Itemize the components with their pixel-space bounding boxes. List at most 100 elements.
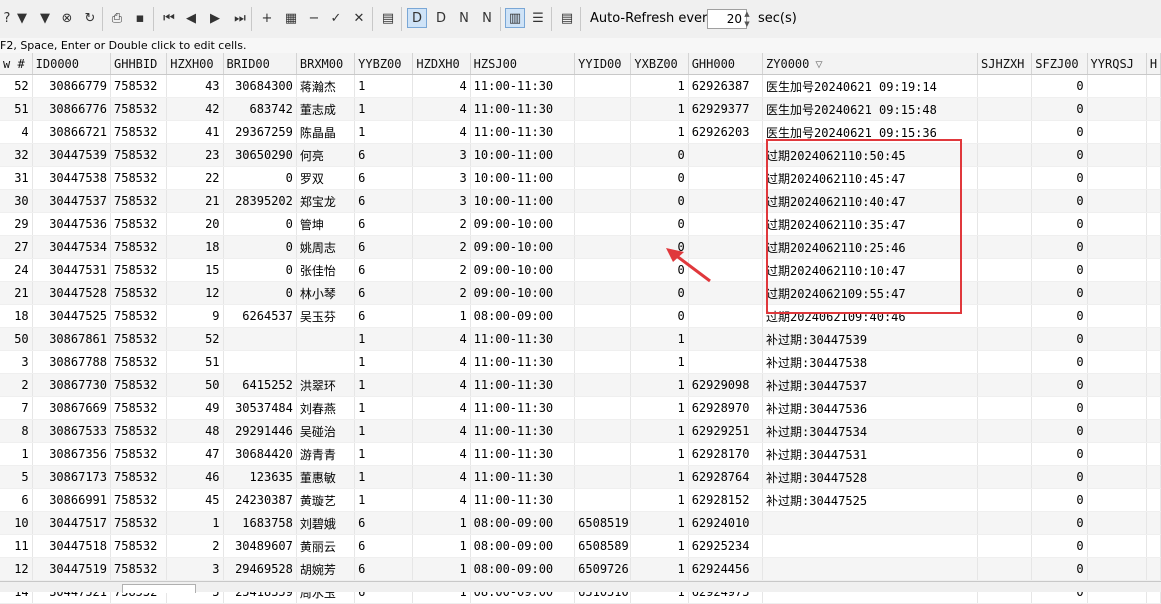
table-cell[interactable]: [574, 166, 632, 190]
table-cell[interactable]: 18: [166, 235, 224, 259]
table-cell[interactable]: 管坤: [296, 212, 356, 236]
table-cell[interactable]: 1: [630, 442, 689, 466]
table-cell[interactable]: 4: [412, 442, 471, 466]
column-header[interactable]: YYID00: [574, 53, 632, 75]
table-cell[interactable]: 过期2024062109:55:47: [762, 281, 979, 305]
table-cell[interactable]: [1087, 511, 1147, 535]
table-cell[interactable]: 6415252: [223, 373, 297, 397]
table-cell[interactable]: 1: [630, 396, 689, 420]
column-header[interactable]: ZY0000 ▽: [762, 53, 979, 75]
table-cell[interactable]: 0: [1031, 396, 1088, 420]
table-cell[interactable]: 6: [354, 143, 414, 167]
table-cell[interactable]: 医生加号20240621 09:15:48: [762, 97, 979, 121]
table-cell[interactable]: 30684300: [223, 74, 297, 98]
table-cell[interactable]: [574, 235, 632, 259]
table-cell[interactable]: [1146, 442, 1161, 466]
form-view-icon[interactable]: ▤: [557, 8, 577, 28]
table-cell[interactable]: 62928152: [688, 488, 764, 512]
table-cell[interactable]: 黄丽云: [296, 534, 356, 558]
next-record-icon[interactable]: ▶: [205, 8, 225, 28]
table-cell[interactable]: [1146, 350, 1161, 374]
table-cell[interactable]: 游青青: [296, 442, 356, 466]
table-cell[interactable]: 29: [0, 212, 33, 236]
table-cell[interactable]: 过期2024062109:40:46: [762, 304, 979, 328]
table-cell[interactable]: 补过期:30447537: [762, 373, 979, 397]
table-cell[interactable]: 6: [354, 258, 414, 282]
table-cell[interactable]: 10:00-11:00: [470, 189, 576, 213]
column-header[interactable]: GHHBID: [110, 53, 168, 75]
table-cell[interactable]: [574, 442, 632, 466]
table-cell[interactable]: 51: [166, 350, 224, 374]
table-cell[interactable]: 758532: [110, 350, 168, 374]
table-cell[interactable]: 62928970: [688, 396, 764, 420]
table-cell[interactable]: 30447534: [32, 235, 112, 259]
table-cell[interactable]: 4: [412, 396, 471, 420]
table-row[interactable]: 32 30447539 758532 23 30650290 何亮 6 3 10:00-11:0…: [0, 143, 1161, 167]
table-cell[interactable]: 6264537: [223, 304, 297, 328]
table-row[interactable]: 12 30447519 758532 3 29469528 胡婉芳 6 1 08:00-09:0…: [0, 557, 1161, 581]
table-cell[interactable]: 09:00-10:00: [470, 281, 576, 305]
table-cell[interactable]: [1087, 350, 1147, 374]
table-cell[interactable]: 758532: [110, 189, 168, 213]
table-cell[interactable]: 0: [1031, 327, 1088, 351]
table-cell[interactable]: 45: [166, 488, 224, 512]
table-row[interactable]: 7 30867669 758532 49 30537484 刘春燕 1 4 11:00-11:3…: [0, 396, 1161, 420]
table-cell[interactable]: 30447536: [32, 212, 112, 236]
table-cell[interactable]: 3: [0, 350, 33, 374]
table-cell[interactable]: 758532: [110, 235, 168, 259]
table-cell[interactable]: 758532: [110, 511, 168, 535]
table-cell[interactable]: 0: [223, 258, 297, 282]
table-cell[interactable]: 郑宝龙: [296, 189, 356, 213]
table-cell[interactable]: 09:00-10:00: [470, 212, 576, 236]
table-cell[interactable]: [688, 166, 764, 190]
table-cell[interactable]: 6: [354, 166, 414, 190]
table-cell[interactable]: [574, 465, 632, 489]
table-cell[interactable]: 0: [1031, 74, 1088, 98]
table-row[interactable]: 2 30867730 758532 50 6415252 洪翠环 1 4 11:00-11:30…: [0, 373, 1161, 397]
table-cell[interactable]: 30650290: [223, 143, 297, 167]
table-cell[interactable]: 黄璇艺: [296, 488, 356, 512]
table-cell[interactable]: 0: [1031, 350, 1088, 374]
cancel-icon[interactable]: ⊗: [57, 8, 77, 28]
table-cell[interactable]: 11: [0, 534, 33, 558]
table-cell[interactable]: 30867173: [32, 465, 112, 489]
table-cell[interactable]: 11:00-11:30: [470, 373, 576, 397]
table-cell[interactable]: [977, 396, 1033, 420]
table-cell[interactable]: 32: [0, 143, 33, 167]
table-row[interactable]: 27 30447534 758532 18 0 姚周志 6 2 09:00-10:00 0 过期20…: [0, 235, 1161, 259]
table-row[interactable]: 11 30447518 758532 2 30489607 黄丽云 6 1 08:00-09:0…: [0, 534, 1161, 558]
table-cell[interactable]: 21: [166, 189, 224, 213]
data-grid[interactable]: w # ID0000 GHHBID HZXH00 BRID00 BRXM00 YYBZ00 H…: [0, 53, 1161, 604]
table-cell[interactable]: 11:00-11:30: [470, 350, 576, 374]
table-cell[interactable]: 48: [166, 419, 224, 443]
table-cell[interactable]: 27: [0, 235, 33, 259]
table-cell[interactable]: 08:00-09:00: [470, 304, 576, 328]
table-cell[interactable]: [1087, 396, 1147, 420]
table-cell[interactable]: 10:00-11:00: [470, 143, 576, 167]
table-cell[interactable]: [1146, 304, 1161, 328]
table-cell[interactable]: 758532: [110, 442, 168, 466]
table-cell[interactable]: [977, 557, 1033, 581]
table-cell[interactable]: 2: [166, 534, 224, 558]
table-cell[interactable]: 1: [630, 511, 689, 535]
table-cell[interactable]: 1683758: [223, 511, 297, 535]
table-cell[interactable]: 62929098: [688, 373, 764, 397]
table-cell[interactable]: 30447528: [32, 281, 112, 305]
table-cell[interactable]: [1146, 373, 1161, 397]
table-cell[interactable]: 23: [166, 143, 224, 167]
table-cell[interactable]: 758532: [110, 304, 168, 328]
nd-view-icon[interactable]: N: [477, 8, 497, 28]
table-cell[interactable]: 11:00-11:30: [470, 396, 576, 420]
table-cell[interactable]: [762, 511, 979, 535]
table-cell[interactable]: 50: [166, 373, 224, 397]
table-cell[interactable]: 11:00-11:30: [470, 74, 576, 98]
table-cell[interactable]: 0: [1031, 166, 1088, 190]
table-view-icon[interactable]: ▥: [505, 8, 525, 28]
table-cell[interactable]: 6: [354, 534, 414, 558]
filter-icon[interactable]: ▼: [12, 8, 32, 28]
table-cell[interactable]: 758532: [110, 327, 168, 351]
table-cell[interactable]: 1: [630, 350, 689, 374]
table-cell[interactable]: [977, 143, 1033, 167]
table-cell[interactable]: 62924010: [688, 511, 764, 535]
table-cell[interactable]: [574, 189, 632, 213]
